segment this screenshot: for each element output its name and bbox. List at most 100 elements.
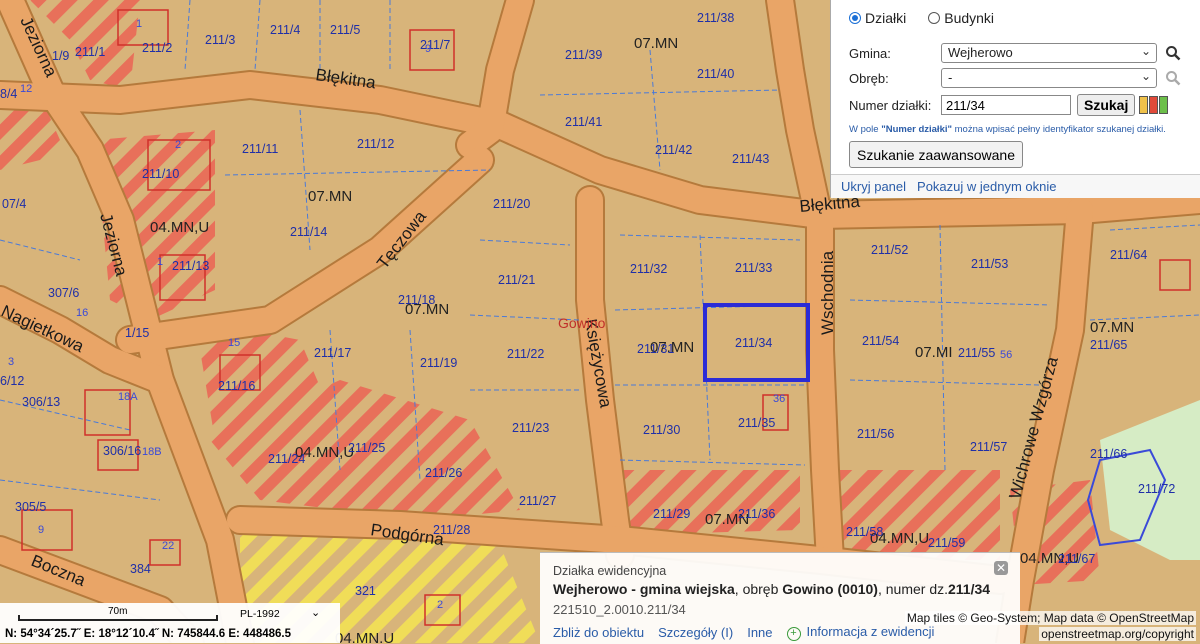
obreb-select[interactable]: - ⌄ [941, 68, 1157, 88]
parcel-label: 07/4 [2, 197, 26, 211]
parcel-label: 211/12 [357, 137, 394, 151]
house-number: 9 [38, 524, 44, 536]
parcel-label: 211/56 [857, 427, 894, 441]
house-number: 18A [118, 391, 138, 403]
house-number: 9 [425, 43, 431, 55]
parcel-label: 211/27 [519, 494, 556, 508]
search-hint: W pole "Numer działki" można wpisać pełn… [849, 124, 1166, 135]
close-icon[interactable]: ✕ [994, 561, 1008, 575]
parcel-label: 211/16 [218, 379, 255, 393]
details-link[interactable]: Szczegóły (I) [658, 625, 733, 640]
zone-label: 07.MN [634, 35, 678, 52]
attribution-link[interactable]: openstreetmap.org/copyright [1039, 627, 1196, 641]
other-link[interactable]: Inne [747, 625, 772, 640]
hint-prefix: W pole [849, 124, 882, 135]
parcel-label: 211/58 [846, 525, 883, 539]
info-identifier: 221510_2.0010.211/34 [553, 602, 686, 617]
parcel-label: 211/64 [1110, 248, 1147, 262]
info-title: Działka ewidencyjna [553, 564, 667, 578]
parcel-label: 211/13 [172, 259, 209, 273]
parcel-label: 211/40 [697, 67, 734, 81]
parcel-label: 211/72 [1138, 482, 1175, 496]
parcel-label: 1/15 [125, 326, 149, 340]
parcel-label: 211/33 [735, 261, 772, 275]
advanced-search-button[interactable]: Szukanie zaawansowane [849, 141, 1023, 168]
info-gmina: Wejherowo - gmina wiejska [553, 581, 735, 597]
parcel-label: 211/17 [314, 346, 351, 360]
parcel-label: 211/43 [732, 152, 769, 166]
radio-label: Budynki [944, 10, 995, 26]
radio-dot[interactable] [928, 12, 941, 24]
swatch-yellow[interactable] [1139, 96, 1149, 114]
parcel-label: 211/34 [735, 336, 772, 350]
info-numer-prefix: , numer dz. [877, 581, 948, 597]
parcel-label: 211/53 [971, 257, 1008, 271]
street-label: Wschodnia [818, 250, 837, 335]
chevron-down-icon: ⌄ [1140, 69, 1151, 83]
parcel-label: 211/31 [637, 342, 674, 356]
color-swatches[interactable] [1139, 96, 1169, 114]
house-number: 3 [8, 356, 14, 368]
parcel-label: 211/19 [420, 356, 457, 370]
house-number: 36 [773, 393, 785, 405]
scale-bar [18, 615, 218, 621]
gmina-select[interactable]: Wejherowo ⌄ [941, 43, 1157, 63]
parcel-info-popup: Działka ewidencyjna ✕ Wejherowo - gmina … [540, 552, 1020, 644]
info-obreb: Gowino (0010) [782, 581, 878, 597]
parcel-label: 211/52 [871, 243, 908, 257]
house-number: 1 [157, 256, 163, 268]
parcel-label: 211/38 [697, 11, 734, 25]
swatch-green[interactable] [1159, 96, 1169, 114]
parcel-label: 211/10 [142, 167, 179, 181]
parcel-label: 211/3 [205, 33, 235, 47]
search-type-selector: Działki Budynki [849, 10, 994, 26]
house-number: 2 [437, 599, 443, 611]
parcel-label: 211/23 [512, 421, 549, 435]
gmina-label: Gmina: [849, 45, 891, 61]
parcel-label: 211/39 [565, 48, 602, 62]
projection-select[interactable]: PL-1992 [240, 608, 280, 620]
parcel-label: 8/4 [0, 87, 17, 101]
parcel-label: 211/5 [330, 23, 360, 37]
parcel-label: 305/5 [15, 500, 46, 514]
parcel-label: 211/59 [928, 536, 965, 550]
parcel-label: 211/55 [958, 346, 995, 360]
radio-parcels[interactable]: Działki [849, 10, 906, 26]
radio-label: Działki [865, 10, 907, 26]
search-icon[interactable] [1165, 45, 1181, 61]
obreb-value: - [948, 70, 953, 85]
parcel-label: 306/16 [103, 444, 141, 458]
scale-panel: 70m PL-1992 ⌄ N: 54°34´25.7˝ E: 18°12´10… [0, 603, 340, 643]
hint-field: "Numer działki" [881, 124, 952, 135]
info-obreb-prefix: , obręb [734, 581, 783, 597]
radio-buildings[interactable]: Budynki [928, 10, 994, 26]
parcel-label: 211/18 [398, 293, 435, 307]
search-panel: Działki Budynki Gmina: Wejherowo ⌄ Obręb… [830, 0, 1200, 198]
parcel-label: 211/4 [270, 23, 300, 37]
parcel-label: 211/28 [433, 523, 470, 537]
parcel-label: 1/9 [52, 49, 69, 63]
search-button[interactable]: Szukaj [1077, 94, 1136, 116]
place-label: Gowino [558, 315, 606, 331]
search-icon[interactable] [1165, 70, 1181, 86]
swatch-red[interactable] [1149, 96, 1159, 114]
house-number: 56 [1000, 349, 1012, 361]
parcel-label: 211/22 [507, 347, 544, 361]
parcel-label: 306/13 [22, 395, 60, 409]
house-number: 12 [20, 83, 32, 95]
numer-row: Numer działki: Szukaj [849, 94, 1169, 116]
parcel-label: 211/20 [493, 197, 530, 211]
parcel-label: 211/2 [142, 41, 172, 55]
parcel-label: 384 [130, 562, 151, 576]
zone-label: 07.MN [1090, 319, 1134, 336]
zoom-to-object-link[interactable]: Zbliż do obiektu [553, 625, 644, 640]
show-single-window-link[interactable]: Pokazuj w jednym oknie [917, 179, 1056, 194]
numer-label: Numer działki: [849, 97, 932, 113]
chevron-down-icon[interactable]: ⌄ [311, 606, 320, 619]
parcel-label: 211/66 [1090, 447, 1127, 461]
register-info-link[interactable]: + Informacja z ewidencji [786, 624, 934, 641]
gmina-value: Wejherowo [948, 45, 1013, 60]
parcel-number-input[interactable] [941, 95, 1071, 115]
radio-dot[interactable] [849, 12, 861, 24]
hide-panel-link[interactable]: Ukryj panel [841, 179, 906, 194]
